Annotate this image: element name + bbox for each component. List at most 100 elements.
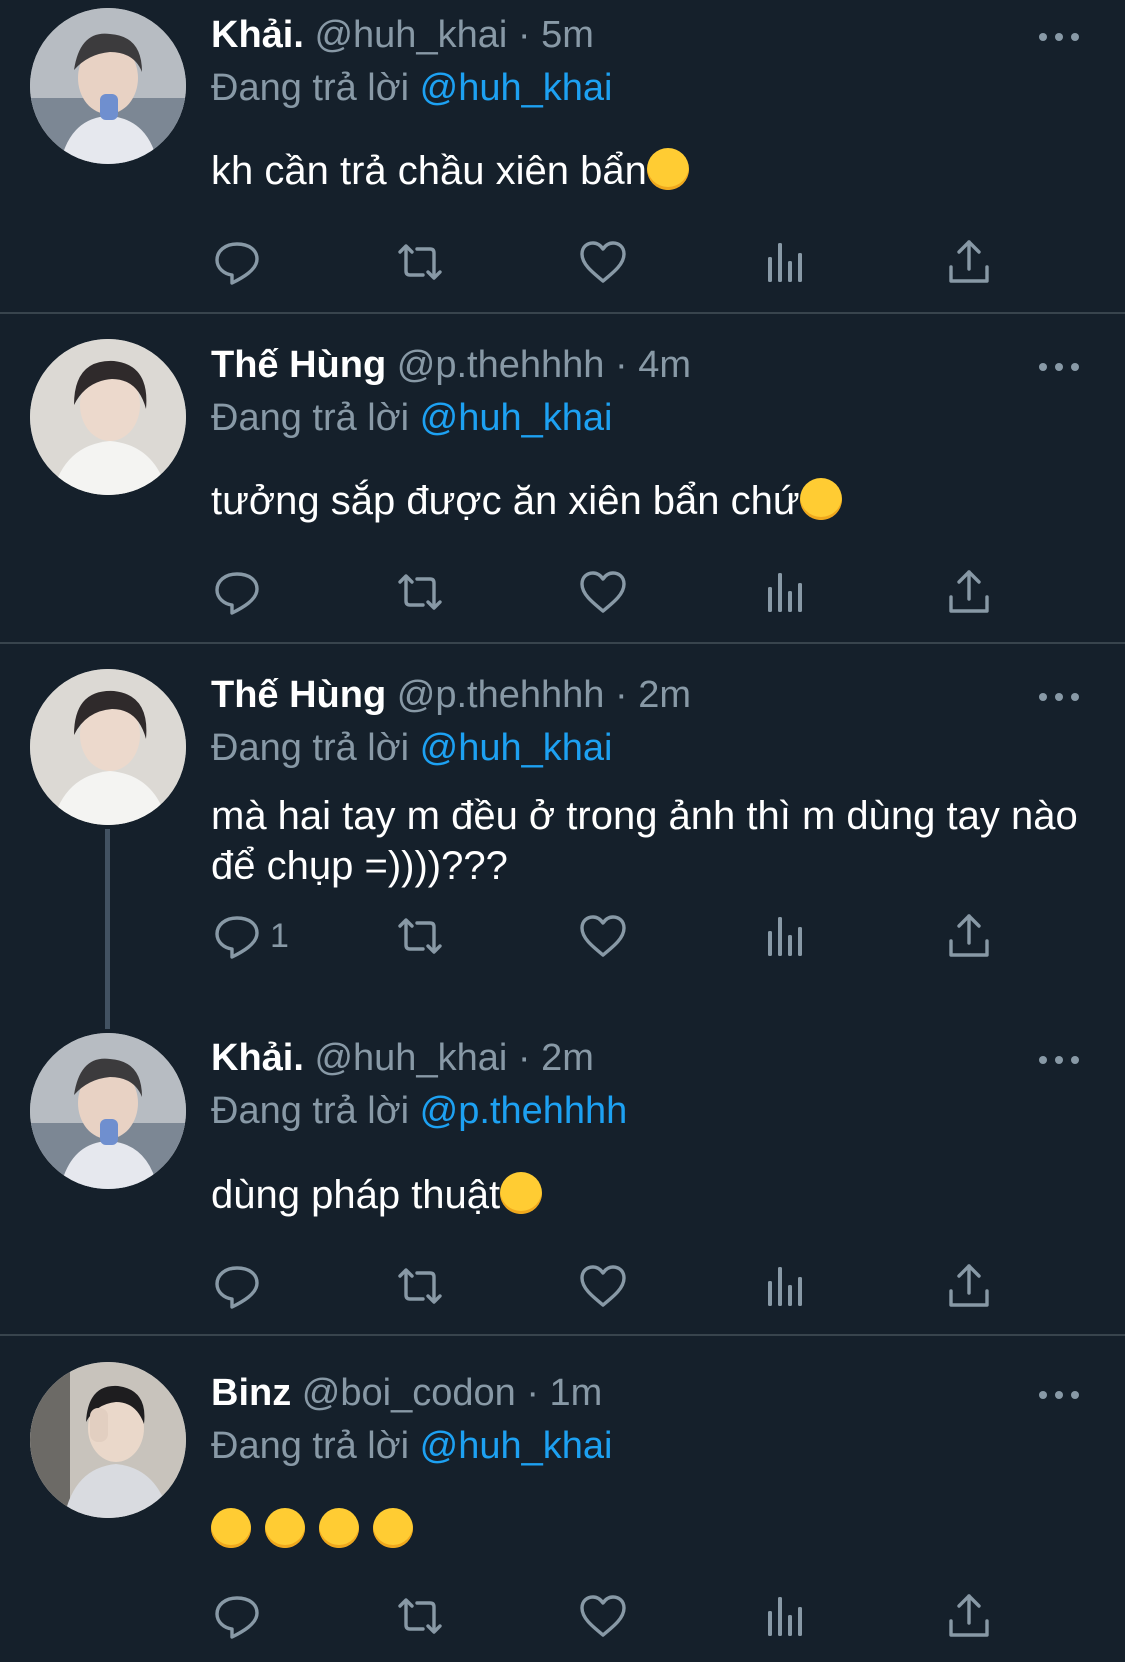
retweet-icon [395, 1261, 445, 1311]
tweet-text-content: mà hai tay m đều ở trong ảnh thì m dùng … [211, 794, 1078, 888]
more-icon[interactable] [1039, 1054, 1079, 1066]
tweet-text-content: tưởng sắp được ăn xiên bẩn chứ [211, 479, 800, 523]
retweet-button[interactable] [395, 1586, 445, 1646]
reply-button[interactable] [212, 232, 270, 292]
timestamp[interactable]: 5m [541, 14, 594, 56]
user-handle[interactable]: @boi_codon [302, 1372, 516, 1414]
avatar[interactable] [30, 339, 186, 495]
avatar[interactable] [30, 1033, 186, 1189]
timestamp[interactable]: 2m [541, 1037, 594, 1079]
timestamp[interactable]: 1m [550, 1372, 603, 1414]
user-handle[interactable]: @huh_khai [314, 1037, 507, 1079]
reply-button[interactable] [212, 562, 270, 622]
replying-to: Đang trả lời @huh_khai [211, 393, 613, 443]
share-icon [944, 1261, 994, 1311]
timestamp[interactable]: 4m [638, 344, 691, 386]
tweet[interactable]: Khải. @huh_khai · 5m Đang trả lời @huh_k… [0, 0, 1125, 312]
replying-to-label: Đang trả lời [211, 727, 410, 769]
tweet[interactable]: Thế Hùng @p.thehhhh · 2m Đang trả lời @h… [0, 644, 1125, 1029]
user-handle[interactable]: @huh_khai [314, 14, 507, 56]
separator-dot: · [517, 1037, 531, 1079]
more-icon[interactable] [1039, 361, 1079, 373]
tweet[interactable]: Thế Hùng @p.thehhhh · 4m Đang trả lời @h… [0, 314, 1125, 644]
share-button[interactable] [944, 562, 994, 622]
reply-button[interactable] [212, 1256, 270, 1316]
analytics-icon [761, 1591, 811, 1641]
share-icon [944, 1591, 994, 1641]
tweet-actions [0, 232, 1125, 292]
reply-icon [212, 1591, 262, 1641]
share-button[interactable] [944, 906, 994, 966]
avatar[interactable] [30, 669, 186, 825]
share-button[interactable] [944, 1586, 994, 1646]
reply-button[interactable]: 1 [212, 906, 289, 966]
like-button[interactable] [578, 1256, 628, 1316]
tweet-text: tưởng sắp được ăn xiên bẩn chứ [211, 476, 1091, 526]
more-icon[interactable] [1039, 31, 1079, 43]
reply-icon [212, 911, 262, 961]
retweet-button[interactable] [395, 1256, 445, 1316]
user-handle[interactable]: @p.thehhhh [397, 674, 605, 716]
analytics-icon [761, 237, 811, 287]
reply-mention-link[interactable]: @huh_khai [420, 727, 613, 769]
more-icon[interactable] [1039, 691, 1079, 703]
display-name[interactable]: Binz [211, 1372, 291, 1414]
avatar[interactable] [30, 8, 186, 164]
analytics-icon [761, 567, 811, 617]
replying-to: Đang trả lời @huh_khai [211, 1421, 613, 1471]
like-icon [578, 1591, 628, 1641]
tweet-text: mà hai tay m đều ở trong ảnh thì m dùng … [211, 791, 1091, 891]
like-button[interactable] [578, 1586, 628, 1646]
display-name[interactable]: Khải. [211, 14, 304, 56]
share-button[interactable] [944, 1256, 994, 1316]
replying-to: Đang trả lời @huh_khai [211, 723, 613, 773]
reply-icon [212, 567, 262, 617]
share-icon [944, 911, 994, 961]
analytics-button[interactable] [761, 232, 811, 292]
like-icon [578, 567, 628, 617]
tweet[interactable]: Khải. @huh_khai · 2m Đang trả lời @p.the… [0, 1000, 1125, 1334]
reply-mention-link[interactable]: @p.thehhhh [420, 1090, 628, 1132]
analytics-button[interactable] [761, 1586, 811, 1646]
tweet-text-content: kh cần trả chầu xiên bẩn [211, 149, 647, 193]
like-icon [578, 237, 628, 287]
analytics-button[interactable] [761, 562, 811, 622]
retweet-button[interactable] [395, 906, 445, 966]
reply-mention-link[interactable]: @huh_khai [420, 67, 613, 109]
tweet[interactable]: Binz @boi_codon · 1m Đang trả lời @huh_k… [0, 1336, 1125, 1662]
tweet-header: Binz @boi_codon · 1m [211, 1368, 602, 1418]
reply-mention-link[interactable]: @huh_khai [420, 1425, 613, 1467]
display-name[interactable]: Thế Hùng [211, 344, 386, 386]
display-name[interactable]: Khải. [211, 1037, 304, 1079]
analytics-icon [761, 911, 811, 961]
hushed-face-emoji [373, 1508, 413, 1548]
share-icon [944, 567, 994, 617]
reply-button[interactable] [212, 1586, 270, 1646]
share-button[interactable] [944, 232, 994, 292]
more-icon[interactable] [1039, 1389, 1079, 1401]
analytics-button[interactable] [761, 1256, 811, 1316]
like-button[interactable] [578, 906, 628, 966]
reply-mention-link[interactable]: @huh_khai [420, 397, 613, 439]
disappointed-emoji [799, 478, 842, 520]
separator-dot: · [517, 14, 531, 56]
retweet-button[interactable] [395, 562, 445, 622]
timestamp[interactable]: 2m [638, 674, 691, 716]
analytics-button[interactable] [761, 906, 811, 966]
analytics-icon [761, 1261, 811, 1311]
display-name[interactable]: Thế Hùng [211, 674, 386, 716]
like-button[interactable] [578, 562, 628, 622]
tweet-actions: 1 [0, 906, 1125, 966]
tweet-text: kh cần trả chầu xiên bẩn [211, 146, 1091, 196]
user-handle[interactable]: @p.thehhhh [397, 344, 605, 386]
like-button[interactable] [578, 232, 628, 292]
retweet-button[interactable] [395, 232, 445, 292]
tweet-actions [0, 1586, 1125, 1646]
tweet-header: Thế Hùng @p.thehhhh · 4m [211, 340, 691, 390]
replying-to: Đang trả lời @p.thehhhh [211, 1086, 627, 1136]
avatar[interactable] [30, 1362, 186, 1518]
separator-dot: · [526, 1372, 539, 1414]
separator-dot: · [614, 344, 628, 386]
reply-count: 1 [270, 916, 289, 955]
retweet-icon [395, 567, 445, 617]
